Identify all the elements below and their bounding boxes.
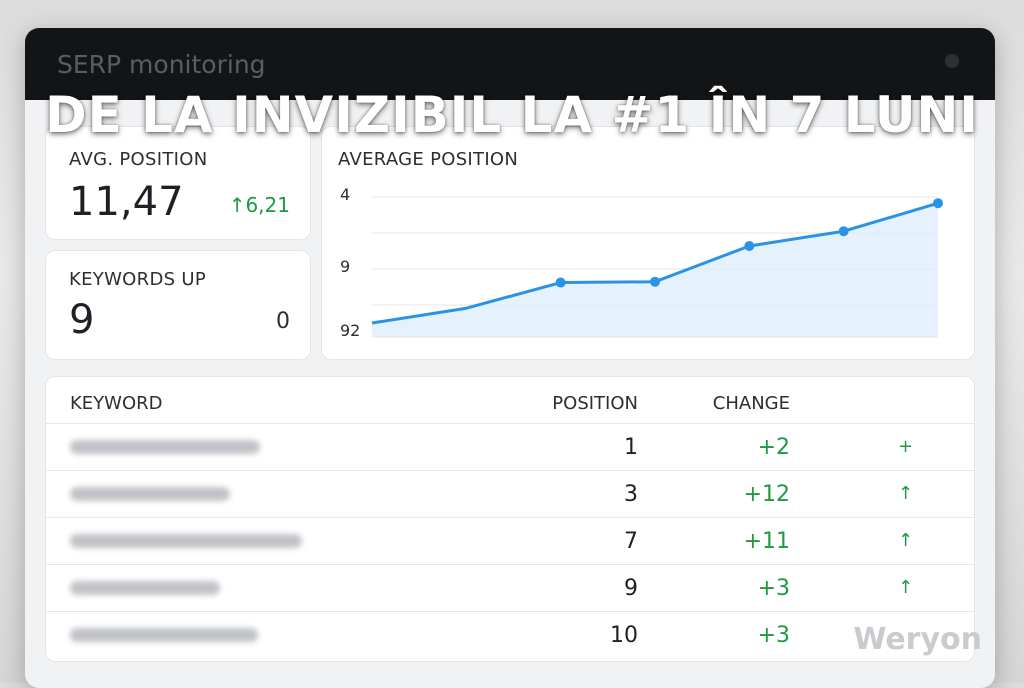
keyword-cell-redacted xyxy=(70,440,260,454)
change-cell: +3 xyxy=(757,623,790,648)
keywords-table: KEYWORD POSITION CHANGE 1 +2 + 3 +12 ↑ 7… xyxy=(45,376,975,662)
avg-position-value: 11,47 xyxy=(69,179,184,225)
keywords-down-value: 0 xyxy=(276,309,290,334)
column-header-position[interactable]: POSITION xyxy=(552,393,638,414)
position-cell: 9 xyxy=(624,576,638,601)
keyword-cell-redacted xyxy=(70,534,302,548)
y-tick-label: 9 xyxy=(340,257,350,276)
data-point[interactable] xyxy=(838,226,849,237)
trend-up-icon: ↑ xyxy=(898,530,914,551)
app-title: SERP monitoring xyxy=(57,50,266,79)
y-tick-label: 92 xyxy=(340,321,360,340)
keywords-up-label: KEYWORDS UP xyxy=(69,269,206,290)
keywords-up-value: 9 xyxy=(69,297,95,343)
change-cell: +3 xyxy=(757,576,790,601)
change-cell: +12 xyxy=(743,482,790,507)
data-point[interactable] xyxy=(555,277,566,288)
column-header-keyword[interactable]: KEYWORD xyxy=(70,393,163,414)
position-cell: 10 xyxy=(610,623,638,648)
y-tick-label: 4 xyxy=(340,185,350,204)
data-point[interactable] xyxy=(744,241,755,251)
keywords-up-card: KEYWORDS UP 9 0 xyxy=(45,250,311,360)
series-area-fill xyxy=(372,203,938,337)
table-row[interactable]: 1 +2 + xyxy=(46,423,974,471)
change-cell: +11 xyxy=(743,529,790,554)
change-cell: +2 xyxy=(757,435,790,460)
position-cell: 3 xyxy=(624,482,638,507)
table-row[interactable]: 3 +12 ↑ xyxy=(46,470,974,518)
position-cell: 1 xyxy=(624,435,638,460)
data-point[interactable] xyxy=(933,198,943,209)
avg-position-delta: ↑6,21 xyxy=(228,193,290,217)
table-row[interactable]: 9 +3 ↑ xyxy=(46,564,974,612)
keyword-cell-redacted xyxy=(70,581,220,595)
average-position-chart-card: AVERAGE POSITION 4 9 92 xyxy=(321,126,975,360)
keyword-cell-redacted xyxy=(70,487,230,501)
position-cell: 7 xyxy=(624,529,638,554)
table-row[interactable]: 10 +3 xyxy=(46,611,974,659)
column-header-change[interactable]: CHANGE xyxy=(713,393,790,414)
brand-watermark: Weryon xyxy=(853,622,982,657)
window-control-dot[interactable] xyxy=(945,54,959,68)
trend-up-icon: + xyxy=(898,436,914,457)
trend-up-icon: ↑ xyxy=(898,483,914,504)
trend-up-icon: ↑ xyxy=(898,577,914,598)
average-position-chart: 4 9 92 xyxy=(340,185,943,340)
keyword-cell-redacted xyxy=(70,628,258,642)
headline-overlay: DE LA INVIZIBIL LA #1 ÎN 7 LUNI xyxy=(45,86,979,144)
table-row[interactable]: 7 +11 ↑ xyxy=(46,517,974,565)
data-point[interactable] xyxy=(650,276,660,287)
avg-position-label: AVG. POSITION xyxy=(69,149,208,170)
